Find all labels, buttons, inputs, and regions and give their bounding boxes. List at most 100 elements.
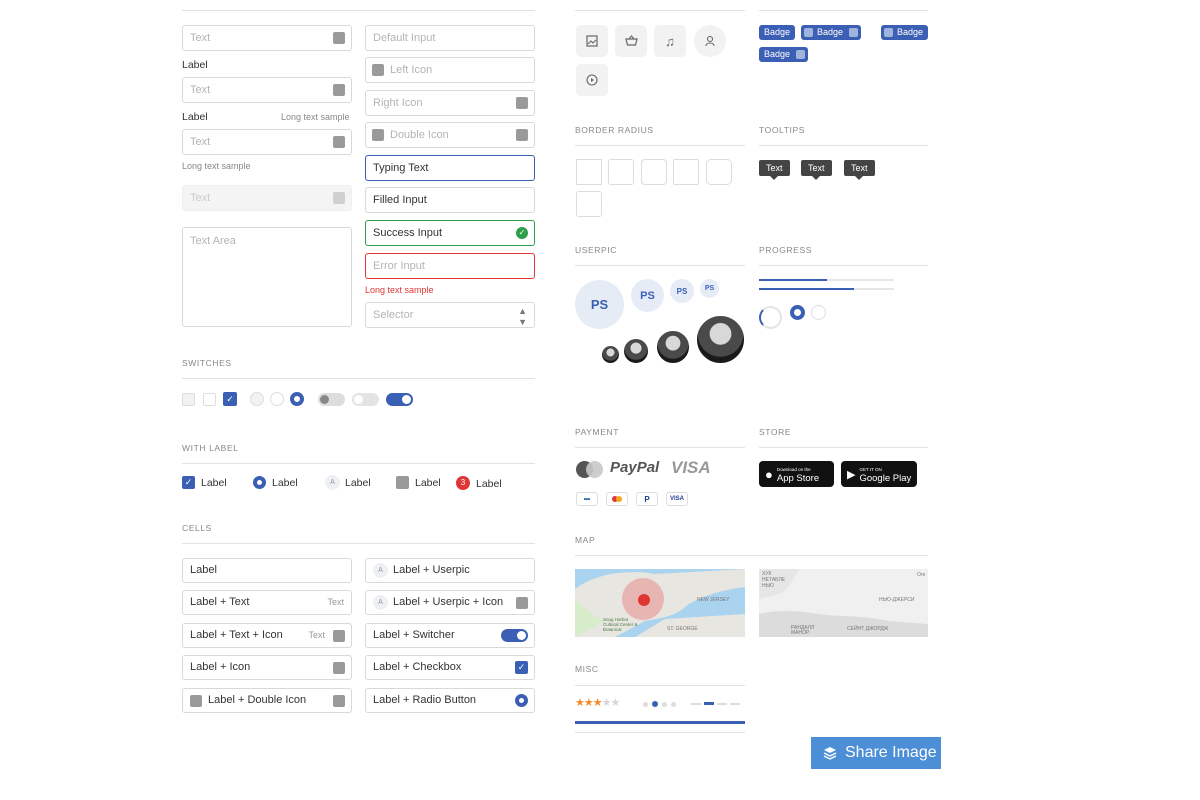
- right-icon-input[interactable]: Right Icon: [365, 90, 535, 116]
- radio-checked[interactable]: [515, 694, 528, 707]
- avatar-photo-l: [656, 330, 690, 364]
- success-input[interactable]: Success Input ✓: [365, 220, 535, 246]
- star-rating[interactable]: ★★★★★: [575, 697, 620, 709]
- tooltips-heading: TOOLTIPS: [759, 125, 806, 135]
- pager-dot[interactable]: [662, 702, 667, 707]
- square-icon: [804, 28, 813, 37]
- cell-label[interactable]: Label: [182, 558, 352, 583]
- visa-card-icon: VISA: [666, 492, 688, 506]
- google-play-button[interactable]: ▶ GET IT ON Google Play: [841, 461, 917, 487]
- progress-fill: [759, 288, 854, 290]
- pager-dot[interactable]: [643, 702, 648, 707]
- double-icon-input[interactable]: Double Icon: [365, 122, 535, 148]
- map-label: NEW JERSEY: [697, 597, 730, 603]
- map-grayscale[interactable]: XУК НЕТАБЛЕ НЬЮ Оге НЬЮ-ДЖЕРСИ РАНДАЛЛ М…: [759, 569, 928, 637]
- icon-label: Label: [415, 477, 441, 489]
- app-store-button[interactable]: ● Download on the App Store: [759, 461, 834, 487]
- map-label: ST. GEORGE: [667, 626, 698, 632]
- cell-text: Label + Text + Icon: [190, 629, 283, 641]
- error-input[interactable]: Error Input: [365, 253, 535, 279]
- selector-dropdown[interactable]: Selector ▲ ▼: [365, 302, 535, 328]
- top-divider-left: [182, 10, 535, 11]
- cell-label-double-icon[interactable]: Label + Double Icon: [182, 688, 352, 713]
- image-icon-button[interactable]: [576, 25, 608, 57]
- textarea[interactable]: Text Area: [182, 227, 352, 327]
- cell-label-userpic[interactable]: A Label + Userpic: [365, 558, 535, 583]
- pager-line-active[interactable]: [704, 702, 714, 705]
- pager-line[interactable]: [691, 703, 701, 705]
- cell-label-icon[interactable]: Label + Icon: [182, 655, 352, 680]
- switch-on[interactable]: [501, 629, 528, 642]
- music-icon-button[interactable]: ♫: [654, 25, 686, 57]
- badge-left-icon: Badge: [881, 25, 929, 40]
- check-circle-icon: ✓: [516, 227, 528, 239]
- hint-text-input[interactable]: Text: [182, 129, 352, 155]
- badge-text: Badge: [897, 27, 924, 37]
- tooltip-center: Text: [759, 160, 790, 180]
- checkbox-checked[interactable]: ✓: [223, 392, 237, 406]
- switch-on[interactable]: [386, 393, 413, 406]
- progress-bar-2: [759, 288, 894, 290]
- switch-disabled: [318, 393, 345, 406]
- map-heading: MAP: [575, 535, 596, 545]
- square-icon: [796, 50, 806, 59]
- app-store-text: App Store: [776, 473, 820, 484]
- top-divider-right: [759, 10, 928, 11]
- user-icon-button[interactable]: [694, 25, 726, 57]
- cell-label-checkbox[interactable]: Label + Checkbox ✓: [365, 655, 535, 680]
- map-color[interactable]: NEW JERSEY Snug Harbor Cultural Center &…: [575, 569, 745, 637]
- border-radius-divider: [575, 145, 745, 146]
- checkbox-unchecked[interactable]: [203, 393, 216, 406]
- userpic-label: Label: [345, 477, 371, 489]
- share-image-button[interactable]: Share Image: [811, 737, 941, 769]
- cell-label-text-icon[interactable]: Label + Text + Icon Text: [182, 623, 352, 648]
- square-icon: [333, 695, 345, 707]
- radio-checked[interactable]: [253, 476, 266, 489]
- selector-placeholder: Selector: [373, 309, 414, 321]
- cell-value-text: Text: [308, 630, 325, 640]
- cell-label-text[interactable]: Label + Text Text: [182, 590, 352, 615]
- square-icon: [333, 136, 345, 148]
- labeled-text-input[interactable]: Text: [182, 77, 352, 103]
- play-icon-button[interactable]: [576, 64, 608, 96]
- square-icon: [333, 32, 345, 44]
- map-label: НЬЮ-ДЖЕРСИ: [879, 597, 915, 603]
- checkbox-checked[interactable]: ✓: [515, 661, 528, 674]
- radius-sample-1: [608, 159, 634, 185]
- cell-label-userpic-icon[interactable]: A Label + Userpic + Icon: [365, 590, 535, 615]
- text-input[interactable]: Text: [182, 25, 352, 51]
- misc-divider: [575, 685, 745, 686]
- error-input-placeholder: Error Input: [373, 260, 425, 272]
- store-heading: STORE: [759, 427, 792, 437]
- filled-input[interactable]: Filled Input: [365, 187, 535, 213]
- radio-unchecked[interactable]: [270, 392, 284, 406]
- pager-dot[interactable]: [671, 702, 676, 707]
- pager-line[interactable]: [717, 703, 727, 705]
- square-icon: [333, 630, 345, 642]
- default-input[interactable]: Default Input: [365, 25, 535, 51]
- pager-line[interactable]: [730, 703, 740, 705]
- map-label: Оге: [917, 572, 926, 578]
- radio-checked[interactable]: [290, 392, 304, 406]
- left-icon-input[interactable]: Left Icon: [365, 57, 535, 83]
- typing-input[interactable]: Typing Text: [365, 155, 535, 181]
- visa-logo: VISA: [671, 458, 711, 477]
- count-badge: 3: [456, 476, 470, 490]
- right-icon-input-placeholder: Right Icon: [373, 97, 423, 109]
- map-divider: [575, 555, 928, 556]
- switch-off[interactable]: [352, 393, 379, 406]
- cells-heading: CELLS: [182, 523, 212, 533]
- cell-label-switcher[interactable]: Label + Switcher: [365, 623, 535, 648]
- user-icon: A: [373, 595, 388, 610]
- cell-label-radio[interactable]: Label + Radio Button: [365, 688, 535, 713]
- square-icon: [849, 28, 859, 37]
- border-radius-heading: BORDER RADIUS: [575, 125, 654, 135]
- basket-icon-button[interactable]: [615, 25, 647, 57]
- pager-dot-active[interactable]: [652, 701, 658, 707]
- cell-text: Label + Icon: [190, 661, 251, 673]
- square-icon: [190, 695, 202, 707]
- location-pin-icon[interactable]: [638, 594, 650, 606]
- star-filled-icon: ★★★: [575, 697, 603, 709]
- typing-input-value: Typing Text: [373, 162, 429, 174]
- checkbox-checked[interactable]: ✓: [182, 476, 195, 489]
